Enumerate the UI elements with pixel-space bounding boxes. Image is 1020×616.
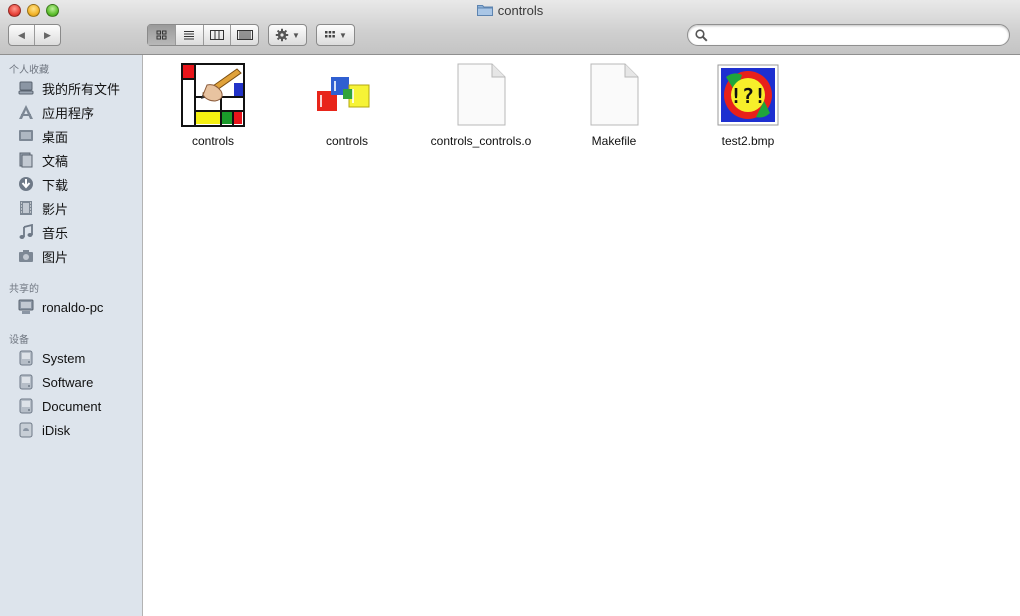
sidebar-item-label: ronaldo-pc <box>42 299 104 315</box>
music-icon <box>17 224 35 240</box>
blank-document-icon <box>449 63 513 127</box>
applications-icon <box>17 104 35 120</box>
sidebar-item-music[interactable]: 音乐 <box>17 221 68 243</box>
svg-text:!?!: !?! <box>730 84 766 108</box>
cover-flow-icon <box>236 30 253 40</box>
file-name: controls_controls.o <box>430 134 532 148</box>
gear-icon <box>275 28 289 42</box>
file-item-makefile[interactable]: Makefile <box>547 63 681 148</box>
file-item-controls-blocks[interactable]: controls <box>280 63 414 148</box>
arrange-grid-icon <box>325 31 335 38</box>
sidebar-item-label: 下载 <box>42 177 69 193</box>
disk-icon <box>17 350 35 366</box>
action-menu-button[interactable]: ▼ <box>268 24 307 46</box>
forward-button[interactable]: ▶ <box>34 25 60 45</box>
sidebar-item-applications[interactable]: 应用程序 <box>17 101 94 123</box>
disk-icon <box>17 398 35 414</box>
blank-document-icon <box>582 63 646 127</box>
sidebar-item-software[interactable]: Software <box>17 371 93 393</box>
column-view-button[interactable] <box>202 25 231 45</box>
sidebar-item-system[interactable]: System <box>17 347 85 369</box>
back-forward-buttons: ◀ ▶ <box>8 24 61 46</box>
chevron-down-icon: ▼ <box>292 30 300 40</box>
search-input[interactable] <box>687 24 1010 46</box>
sidebar-item-pictures[interactable]: 图片 <box>17 245 68 267</box>
back-button[interactable]: ◀ <box>9 25 34 45</box>
window-title: controls <box>0 3 1020 18</box>
folder-icon <box>476 5 493 16</box>
arrange-menu-button[interactable]: ▼ <box>316 24 355 46</box>
sidebar-item-movies[interactable]: 影片 <box>17 197 68 219</box>
file-name: test2.bmp <box>721 134 775 148</box>
sidebar-item-document[interactable]: Document <box>17 395 101 417</box>
title-bar: controls ◀ ▶ ▼ ▼ <box>0 0 1020 55</box>
sidebar-item-label: 音乐 <box>42 225 69 241</box>
file-name: controls <box>191 134 235 148</box>
movies-icon <box>17 200 35 216</box>
view-mode-buttons <box>147 24 259 46</box>
window-title-text: controls <box>497 3 544 18</box>
sidebar-item-ronaldo-pc[interactable]: ronaldo-pc <box>17 296 103 318</box>
sidebar-item-downloads[interactable]: 下载 <box>17 173 68 195</box>
icon-view-icon <box>156 30 167 40</box>
sidebar-item-label: 图片 <box>42 249 69 265</box>
sidebar-item-idisk[interactable]: iDisk <box>17 419 70 441</box>
sidebar-item-label: 我的所有文件 <box>42 81 121 97</box>
pictures-icon <box>17 248 35 264</box>
search-icon <box>695 29 708 42</box>
desktop-icon <box>17 128 35 144</box>
sidebar-item-desktop[interactable]: 桌面 <box>17 125 68 147</box>
file-item-test2-bmp[interactable]: !?! test2.bmp <box>681 63 815 148</box>
file-item-controls-object[interactable]: controls_controls.o <box>414 63 548 148</box>
section-header-shared: 共享的 <box>9 284 39 295</box>
file-browser: controls controls controls_controls.o Ma… <box>144 55 1020 616</box>
sidebar-item-label: System <box>42 350 86 366</box>
sidebar-item-label: 影片 <box>42 201 69 217</box>
sidebar-item-label: 文稿 <box>42 153 69 169</box>
file-item-controls-app[interactable]: controls <box>146 63 280 148</box>
sidebar-item-all-files[interactable]: 我的所有文件 <box>17 77 120 99</box>
bmp-image-icon: !?! <box>716 63 780 127</box>
blocks-icon <box>315 63 379 127</box>
sidebar-item-label: 应用程序 <box>42 105 95 121</box>
section-header-devices: 设备 <box>9 335 29 346</box>
section-header-favorites: 个人收藏 <box>9 65 49 76</box>
sidebar: 个人收藏 我的所有文件 应用程序 桌面 文稿 下载 影片 音乐 图片 共享的 r… <box>0 55 143 616</box>
cover-flow-button[interactable] <box>230 25 258 45</box>
sidebar-item-label: Document <box>42 398 102 414</box>
sidebar-item-label: 桌面 <box>42 129 69 145</box>
sidebar-item-label: Software <box>42 374 94 390</box>
app-painting-icon <box>181 63 245 127</box>
downloads-icon <box>17 176 35 192</box>
file-name: controls <box>325 134 369 148</box>
list-view-button[interactable] <box>174 25 203 45</box>
list-view-icon <box>184 31 195 40</box>
idisk-icon <box>17 422 35 438</box>
icon-view-button[interactable] <box>148 25 175 45</box>
documents-icon <box>17 152 35 168</box>
file-name: Makefile <box>591 134 637 148</box>
computer-icon <box>17 299 35 315</box>
sidebar-item-documents[interactable]: 文稿 <box>17 149 68 171</box>
sidebar-item-label: iDisk <box>42 422 71 438</box>
disk-icon <box>17 374 35 390</box>
chevron-down-icon: ▼ <box>339 30 347 40</box>
all-files-icon <box>17 80 35 96</box>
column-view-icon <box>209 30 224 40</box>
